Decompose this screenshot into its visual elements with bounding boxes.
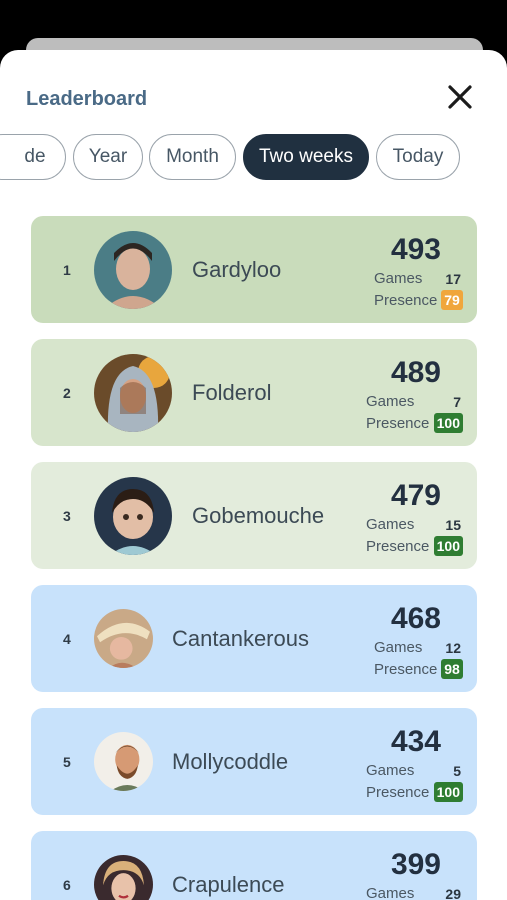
games-label: Games xyxy=(374,639,423,656)
player-name: Mollycoddle xyxy=(172,748,289,774)
player-score: 434 xyxy=(390,725,441,758)
avatar xyxy=(94,354,172,432)
player-score: 493 xyxy=(390,233,441,266)
period-filter-chips: de Year Month Two weeks Today xyxy=(0,134,507,186)
rank-number: 2 xyxy=(63,384,71,401)
avatar xyxy=(94,732,153,791)
close-icon xyxy=(448,85,472,109)
presence-badge: 100 xyxy=(433,782,463,802)
leaderboard-row[interactable]: 1 Gardyloo 493 Games 17 Presence 79 xyxy=(31,216,477,323)
leaderboard-row[interactable]: 4 Cantankerous 468 Games 12 Presence 98 xyxy=(31,585,477,692)
leaderboard-row[interactable]: 6 Crapulence 399 Games 29 xyxy=(31,831,477,900)
games-count: 7 xyxy=(453,394,461,410)
presence-badge: 100 xyxy=(433,413,463,433)
leaderboard-row[interactable]: 3 Gobemouche 479 Games 15 Presence 100 xyxy=(31,462,477,569)
filter-chip-year[interactable]: Year xyxy=(73,134,143,180)
filter-chip-two-weeks[interactable]: Two weeks xyxy=(243,134,369,180)
avatar xyxy=(94,609,153,668)
games-count: 15 xyxy=(445,517,461,533)
rank-number: 3 xyxy=(63,507,71,524)
player-name: Gardyloo xyxy=(192,256,282,282)
filter-chip-de[interactable]: de xyxy=(0,134,66,180)
games-count: 5 xyxy=(453,763,461,779)
player-score: 468 xyxy=(390,602,441,635)
games-label: Games xyxy=(366,393,415,410)
avatar xyxy=(94,855,153,900)
filter-chip-today[interactable]: Today xyxy=(376,134,460,180)
player-name: Crapulence xyxy=(172,871,285,897)
games-label: Games xyxy=(374,270,423,287)
player-name: Cantankerous xyxy=(172,625,309,651)
games-label: Games xyxy=(366,516,415,533)
player-name: Gobemouche xyxy=(192,502,325,528)
games-count: 17 xyxy=(445,271,461,287)
presence-badge: 100 xyxy=(433,536,463,556)
close-button[interactable] xyxy=(443,80,477,114)
player-score: 489 xyxy=(390,356,441,389)
page-title: Leaderboard xyxy=(26,88,148,110)
leaderboard-row[interactable]: 2 Folderol 489 Games 7 Presence 100 xyxy=(31,339,477,446)
rank-number: 4 xyxy=(63,630,71,647)
rank-number: 1 xyxy=(63,261,71,278)
avatar xyxy=(94,477,172,555)
games-count: 12 xyxy=(445,640,461,656)
leaderboard-row[interactable]: 5 Mollycoddle 434 Games 5 Presence 100 xyxy=(31,708,477,815)
presence-label: Presence xyxy=(374,661,438,678)
presence-badge: 79 xyxy=(441,290,463,310)
presence-label: Presence xyxy=(366,784,430,801)
presence-badge: 98 xyxy=(441,659,463,679)
games-count: 29 xyxy=(445,886,461,900)
player-score: 479 xyxy=(390,479,441,512)
player-score: 399 xyxy=(390,848,441,881)
leaderboard-sheet: Leaderboard de Year Month Two weeks Toda… xyxy=(0,50,507,900)
avatar xyxy=(94,231,172,309)
presence-label: Presence xyxy=(366,415,430,432)
presence-label: Presence xyxy=(366,538,430,555)
player-name: Folderol xyxy=(192,379,272,405)
rank-number: 5 xyxy=(63,753,71,770)
presence-label: Presence xyxy=(374,292,438,309)
games-label: Games xyxy=(366,762,415,779)
filter-chip-month[interactable]: Month xyxy=(149,134,236,180)
games-label: Games xyxy=(366,885,415,900)
rank-number: 6 xyxy=(63,876,71,893)
